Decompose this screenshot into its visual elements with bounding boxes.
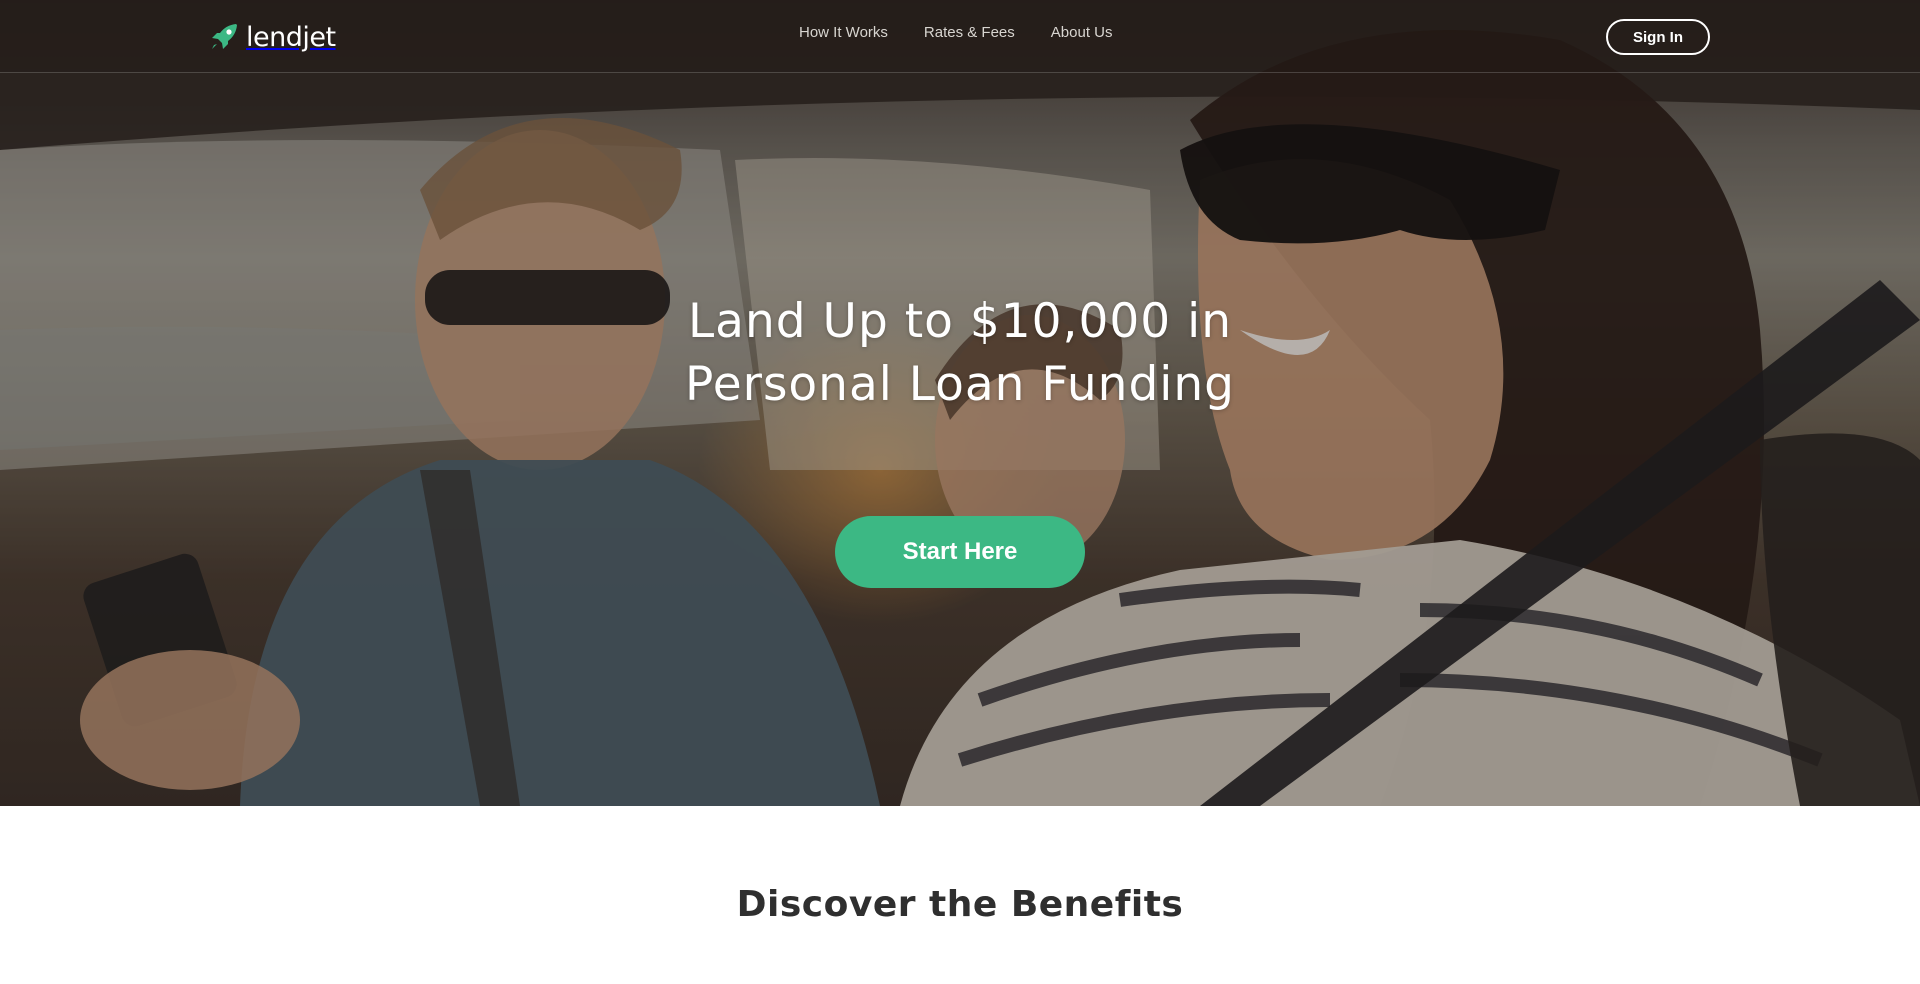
brand-logo[interactable]: lendjet [208,20,336,54]
hero-headline: Land Up to $10,000 in Personal Loan Fund… [560,290,1360,416]
main-nav: How It Works Rates & Fees About Us [799,24,1112,41]
hero-headline-line1: Land Up to $10,000 in [688,294,1232,349]
nav-about-us[interactable]: About Us [1051,24,1113,41]
start-here-button[interactable]: Start Here [835,516,1085,588]
nav-rates-fees[interactable]: Rates & Fees [924,24,1015,41]
nav-how-it-works[interactable]: How It Works [799,24,888,41]
brand-name: lendjet [246,21,336,53]
benefits-section-title: Discover the Benefits [736,884,1184,925]
top-navigation-bar: lendjet How It Works Rates & Fees About … [0,0,1920,73]
sign-in-button[interactable]: Sign In [1606,19,1710,55]
rocket-icon [212,24,237,49]
hero-section: lendjet How It Works Rates & Fees About … [0,0,1920,806]
hero-headline-line2: Personal Loan Funding [685,357,1235,412]
